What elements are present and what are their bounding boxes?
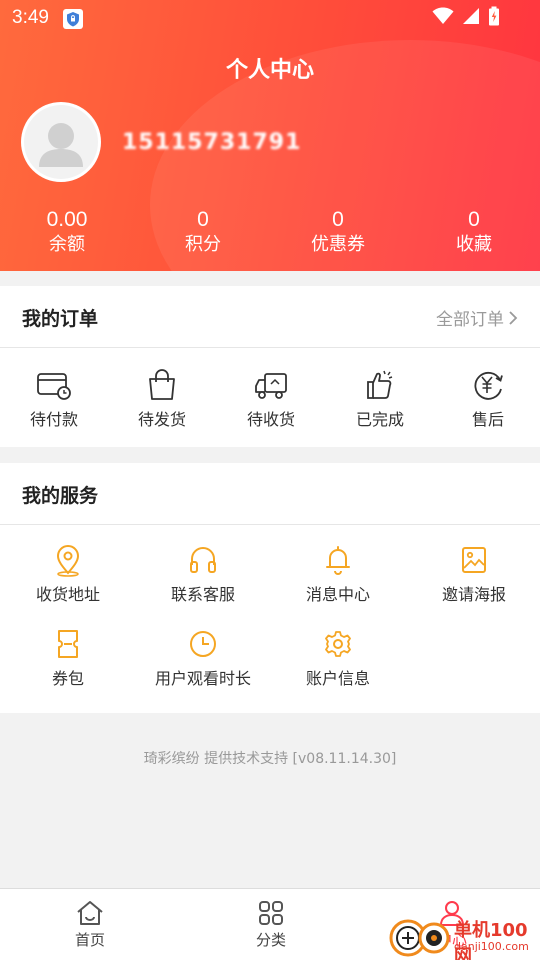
order-label: 已完成 (355, 410, 404, 429)
gear-icon (325, 631, 351, 657)
thumbs-up-icon (367, 370, 393, 399)
grid-icon (259, 901, 283, 925)
order-pending-payment[interactable]: 待付款 (4, 368, 104, 430)
battery-icon (488, 6, 500, 30)
service-label: 账户信息 (305, 669, 370, 688)
stat-value: 0 (197, 208, 209, 231)
image-icon (462, 547, 486, 573)
order-pending-receipt[interactable]: 待收货 (221, 368, 321, 430)
location-pin-icon (56, 545, 80, 577)
all-orders-label: 全部订单 (436, 310, 504, 330)
stat-favorites[interactable]: 0 收藏 (419, 207, 529, 257)
tab-label: 分类 (255, 931, 286, 949)
stat-value: 0 (332, 208, 344, 231)
stat-label: 优惠券 (311, 234, 365, 255)
watermark-url: danji100.com (454, 940, 529, 953)
service-address[interactable]: 收货地址 (8, 543, 128, 605)
yuan-refresh-icon (474, 371, 503, 400)
headphones-icon (190, 547, 216, 573)
card-clock-icon (37, 373, 71, 400)
orders-card: 我的订单 全部订单 待付款 待发货 待收货 已完成 售后 (0, 286, 540, 447)
status-bar: 3:49 (0, 0, 540, 36)
order-completed[interactable]: 已完成 (330, 368, 430, 430)
status-time: 3:49 (12, 7, 49, 28)
service-coupon-pack[interactable]: 券包 (8, 627, 128, 689)
watermark-text: 单机100网 (454, 920, 528, 960)
service-label: 收货地址 (35, 585, 100, 604)
coupon-icon (58, 630, 78, 658)
service-label: 用户观看时长 (154, 669, 251, 688)
service-label: 联系客服 (170, 585, 235, 604)
signal-icon (462, 7, 480, 29)
wifi-icon (432, 7, 454, 29)
tab-home[interactable]: 首页 (40, 899, 140, 950)
order-pending-shipment[interactable]: 待发货 (112, 368, 212, 430)
stat-label: 收藏 (456, 234, 492, 255)
service-customer-support[interactable]: 联系客服 (143, 543, 263, 605)
watermark: 单机100网 danji100.com (388, 912, 540, 960)
user-silhouette-icon (39, 123, 83, 167)
username: 15115731791 (122, 130, 302, 155)
services-card: 我的服务 收货地址 联系客服 消息中心 邀请海报 券包 用户观看时长 账户信息 (0, 463, 540, 713)
avatar[interactable] (21, 102, 101, 182)
service-invite-poster[interactable]: 邀请海报 (414, 543, 534, 605)
stat-points[interactable]: 0 积分 (148, 207, 258, 257)
order-label: 售后 (471, 410, 504, 429)
service-label: 券包 (51, 669, 84, 688)
stat-balance[interactable]: 0.00 余额 (12, 207, 122, 257)
service-messages[interactable]: 消息中心 (278, 543, 398, 605)
stat-value: 0.00 (46, 208, 88, 231)
watermark-logo (389, 919, 450, 957)
shield-icon (63, 9, 83, 29)
stat-label: 积分 (185, 234, 221, 255)
order-label: 待发货 (137, 410, 186, 429)
tab-category[interactable]: 分类 (221, 899, 321, 950)
stat-label: 余额 (49, 234, 85, 255)
chevron-right-icon (509, 310, 518, 325)
service-label: 消息中心 (305, 585, 370, 604)
order-after-sales[interactable]: 售后 (438, 368, 538, 430)
page-title: 个人中心 (225, 58, 314, 83)
profile-header: 3:49 个人中心 15115731791 0.00 余额 0 积分 0 优惠券… (0, 0, 540, 271)
service-label: 邀请海报 (441, 585, 506, 604)
shopping-bag-icon (149, 369, 175, 400)
service-account-info[interactable]: 账户信息 (278, 627, 398, 689)
truck-icon (255, 373, 287, 399)
order-label: 待付款 (29, 410, 78, 429)
service-watch-time[interactable]: 用户观看时长 (143, 627, 263, 689)
orders-title: 我的订单 (22, 308, 99, 330)
tech-support-note: 琦彩缤纷 提供技术支持 [v08.11.14.30] (143, 751, 397, 767)
all-orders-link[interactable]: 全部订单 (436, 305, 518, 330)
clock-icon (190, 631, 216, 657)
order-label: 待收货 (246, 410, 295, 429)
stat-coupons[interactable]: 0 优惠券 (283, 207, 393, 257)
tab-label: 首页 (74, 931, 105, 949)
bell-icon (326, 546, 350, 575)
stat-value: 0 (468, 208, 480, 231)
home-icon (77, 901, 103, 925)
services-title: 我的服务 (22, 485, 99, 507)
